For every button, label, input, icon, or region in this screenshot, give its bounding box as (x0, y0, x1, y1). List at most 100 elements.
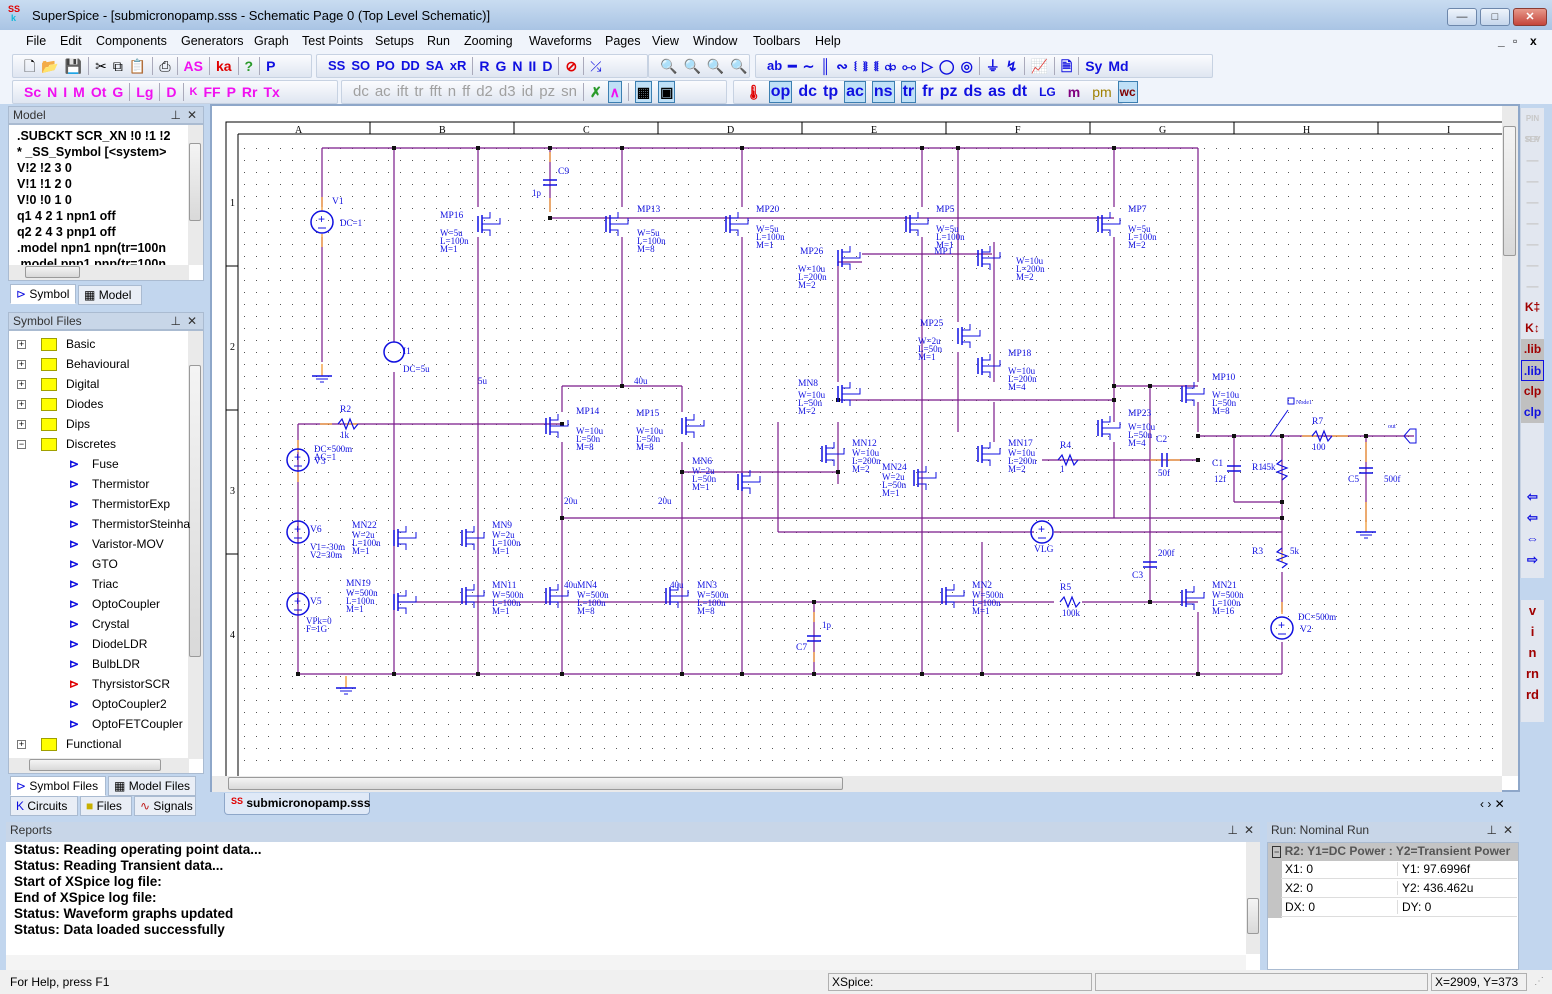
close-panel-icon[interactable]: ✕ (187, 108, 197, 122)
n-analysis-button[interactable]: n (448, 82, 456, 102)
g-button[interactable]: G (496, 56, 507, 76)
model-vertical-scrollbar[interactable] (188, 125, 203, 265)
new-file-icon[interactable]: 🗋 (24, 56, 35, 76)
i-probe-button[interactable]: i (1521, 621, 1544, 642)
run-group-header[interactable]: − R2: Y1=DC Power : Y2=Transient Power (1268, 843, 1518, 861)
wire-tool-icon[interactable]: ━ (788, 56, 796, 76)
expand-icon[interactable]: + (17, 340, 26, 349)
text-tool-button[interactable]: ab (767, 56, 782, 76)
ds-button[interactable]: ds (963, 82, 982, 102)
rr-button[interactable]: Rr (242, 82, 258, 102)
ns-button[interactable]: ns (871, 81, 895, 103)
g-gen-button[interactable]: G (112, 82, 123, 102)
zoom-fit-icon[interactable]: 🔍 (683, 56, 700, 76)
pin-icon[interactable]: ⊥ (171, 314, 181, 328)
port-out-icon[interactable]: ⇦ (1521, 507, 1544, 528)
help-icon[interactable]: ? (245, 56, 254, 76)
tree-item[interactable]: ⊳ ThyrsistorSCR (9, 675, 187, 695)
ac-analysis-button[interactable]: ac (375, 82, 391, 102)
line-tool[interactable]: — (1521, 192, 1544, 213)
tab-model-files[interactable]: ▦ Model Files (108, 776, 196, 796)
graph-tool-icon[interactable]: 📈 (1031, 56, 1048, 76)
save-icon[interactable]: 💾 (65, 56, 82, 76)
temperature-icon[interactable]: 🌡 (745, 82, 763, 102)
fr-button[interactable]: fr (922, 82, 934, 102)
tree-folder-discretes[interactable]: − Discretes (9, 435, 185, 455)
probe-tool-icon[interactable]: ↯ (1006, 56, 1018, 76)
line-tool[interactable]: — (1521, 150, 1544, 171)
line-tool[interactable]: — (1521, 213, 1544, 234)
border-toggle-icon[interactable]: ▣ (658, 81, 676, 103)
waveform-toggle-icon[interactable]: ∧ (607, 81, 622, 103)
npn-tool-icon[interactable]: ⧙ (854, 56, 857, 76)
inductor-tool-icon[interactable]: ∾ (836, 56, 848, 76)
tree-item[interactable]: ⊳ OptoCoupler (9, 595, 187, 615)
close-panel-icon[interactable]: ✕ (1244, 823, 1254, 837)
md-button[interactable]: Md (1108, 56, 1128, 76)
ka-button[interactable]: ka (216, 56, 232, 76)
tree-folder-functional[interactable]: + Functional (9, 735, 185, 755)
k-button[interactable]: K (190, 82, 198, 102)
so-button[interactable]: SO (351, 56, 370, 76)
expand-icon[interactable]: + (17, 360, 26, 369)
symbol-tree-horizontal-scrollbar[interactable] (9, 758, 189, 773)
schematic-vertical-scrollbar[interactable] (1502, 106, 1518, 776)
reports-log[interactable]: Status: Reading operating point data... … (6, 842, 1260, 970)
tree-folder-digital[interactable]: + Digital (9, 375, 185, 395)
p-button[interactable]: P (266, 56, 275, 76)
diode-tool-icon[interactable]: ▷ (922, 56, 933, 76)
jfet-tool-icon[interactable]: ⧟ (902, 56, 916, 76)
ii-button[interactable]: II (529, 56, 537, 76)
expand-icon[interactable]: + (17, 380, 26, 389)
circuit-k2-button[interactable]: K↕ (1521, 318, 1544, 339)
ac-button[interactable]: ac (844, 81, 866, 103)
p-gen-button[interactable]: P (227, 82, 236, 102)
source-tool-icon[interactable]: ◯ (939, 56, 955, 76)
reports-vertical-scrollbar[interactable] (1246, 842, 1260, 954)
pin-tool[interactable]: — (1521, 276, 1544, 297)
circuit-k-button[interactable]: K‡ (1521, 297, 1544, 318)
line-tool[interactable]: — (1521, 171, 1544, 192)
r-button[interactable]: R (479, 56, 489, 76)
stop-icon[interactable]: ⊘ (565, 56, 577, 76)
menu-toolbars[interactable]: Toolbars (753, 34, 800, 48)
lg-button[interactable]: Lg (136, 82, 153, 102)
sc-button[interactable]: Sc (24, 82, 41, 102)
grid-toggle-icon[interactable]: ▦ (634, 81, 653, 103)
menu-edit[interactable]: Edit (60, 34, 82, 48)
tab-signals[interactable]: ∿ Signals (134, 796, 196, 816)
ift-analysis-button[interactable]: ift (397, 82, 409, 102)
symbol-tree-vertical-scrollbar[interactable] (188, 331, 203, 759)
i-gen-button[interactable]: I (63, 82, 67, 102)
tab-circuits[interactable]: K Circuits (10, 796, 78, 816)
tree-folder-behavioural[interactable]: + Behavioural (9, 355, 185, 375)
tab-model[interactable]: ▦ Model (78, 285, 142, 305)
model-horizontal-scrollbar[interactable] (9, 265, 189, 280)
v-probe-button[interactable]: v (1521, 600, 1544, 621)
menu-components[interactable]: Components (96, 34, 167, 48)
m-gen-button[interactable]: M (73, 82, 85, 102)
ff-button[interactable]: FF (203, 82, 220, 102)
port-bidirectional-icon[interactable]: ⇔ (1521, 528, 1544, 549)
reports-horizontal-scrollbar[interactable] (6, 955, 1246, 970)
tree-item[interactable]: ⊳ BulbLDR (9, 655, 187, 675)
pz-button[interactable]: pz (940, 82, 958, 102)
close-button[interactable]: ✕ (1513, 8, 1547, 26)
n-button[interactable]: N (512, 56, 522, 76)
tr-analysis-button[interactable]: tr (414, 82, 423, 102)
resistor-tool-icon[interactable]: ∼ (803, 56, 815, 76)
tree-item[interactable]: ⊳ ThermistorExp (9, 495, 187, 515)
plot-toggle-icon[interactable]: ✗ (590, 82, 602, 102)
xr-button[interactable]: xR (450, 56, 467, 76)
id-analysis-button[interactable]: id (522, 82, 534, 102)
collapse-icon[interactable]: − (1272, 846, 1282, 858)
copy-icon[interactable]: ⧉ (113, 56, 123, 76)
pin-tool[interactable]: — (1521, 255, 1544, 276)
pz-analysis-button[interactable]: pz (539, 82, 555, 102)
restore-button[interactable]: □ (1480, 8, 1510, 26)
lib-button[interactable]: .lib (1521, 339, 1544, 360)
d-gen-button[interactable]: D (166, 82, 176, 102)
tree-item[interactable]: ⊳ Fuse (9, 455, 187, 475)
menu-generators[interactable]: Generators (181, 34, 244, 48)
sheet-tool-icon[interactable]: 🗎 (1061, 56, 1072, 76)
